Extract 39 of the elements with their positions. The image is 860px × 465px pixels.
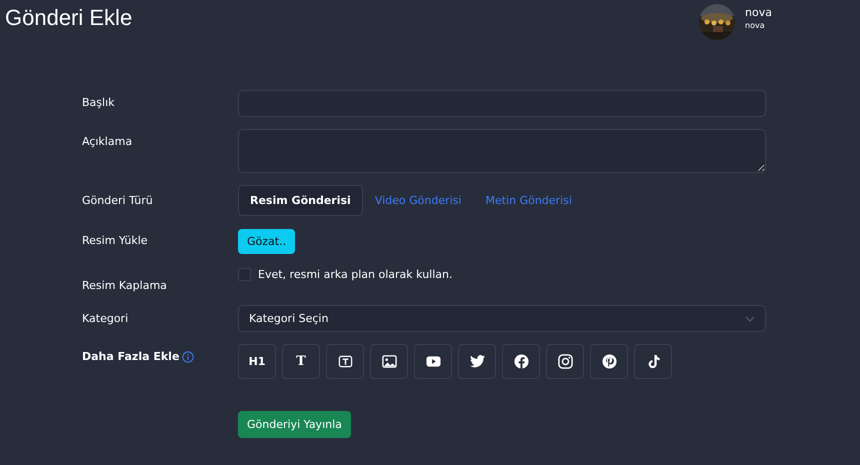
facebook-icon bbox=[514, 354, 528, 369]
post-type-tab[interactable]: Resim Gönderisi bbox=[238, 185, 363, 216]
field-label: Resim Yükle bbox=[82, 233, 149, 249]
field-label: Daha Fazla Ekle bbox=[82, 349, 180, 365]
post-type-tab[interactable]: Video Gönderisi bbox=[362, 185, 474, 216]
info-icon[interactable] bbox=[182, 351, 194, 363]
title-input[interactable] bbox=[238, 90, 766, 117]
image-icon bbox=[382, 354, 396, 369]
pinterest-icon bbox=[602, 354, 616, 369]
heading-button[interactable]: H1 bbox=[238, 344, 276, 379]
tool-button[interactable] bbox=[546, 344, 584, 379]
browse-button[interactable]: Gözat.. bbox=[238, 228, 296, 254]
camera-icon bbox=[558, 354, 572, 369]
page-title: Gönderi Ekle bbox=[5, 4, 132, 32]
checkbox-label: Evet, resmi arka plan olarak kullan. bbox=[258, 268, 452, 281]
user-name: nova bbox=[745, 6, 772, 20]
music-note-icon bbox=[646, 354, 660, 369]
field-label: Gönderi Türü bbox=[82, 192, 154, 208]
field-label: Kategori bbox=[82, 310, 130, 326]
tool-button[interactable] bbox=[458, 344, 496, 379]
post-type-tab[interactable]: Metin Gönderisi bbox=[473, 185, 584, 216]
tool-button[interactable] bbox=[414, 344, 452, 379]
text-button[interactable]: T bbox=[282, 344, 320, 379]
play-button-icon bbox=[426, 354, 440, 369]
field-label: Açıklama bbox=[82, 134, 134, 150]
checkbox[interactable] bbox=[238, 268, 251, 281]
tool-button[interactable] bbox=[590, 344, 628, 379]
tool-button[interactable] bbox=[370, 344, 408, 379]
bird-icon bbox=[470, 354, 484, 369]
tool-button[interactable] bbox=[502, 344, 540, 379]
publish-button[interactable]: Gönderiyi Yayınla bbox=[238, 411, 351, 438]
field-label: Resim Kaplama bbox=[82, 278, 168, 293]
tool-button[interactable] bbox=[326, 344, 364, 379]
tool-button[interactable] bbox=[634, 344, 672, 379]
chevron-down-icon bbox=[745, 316, 755, 322]
user-handle: nova bbox=[745, 20, 766, 32]
field-label: Başlık bbox=[82, 95, 116, 111]
text-box-icon bbox=[338, 354, 352, 369]
category-select[interactable]: Kategori Seçin bbox=[238, 305, 766, 332]
